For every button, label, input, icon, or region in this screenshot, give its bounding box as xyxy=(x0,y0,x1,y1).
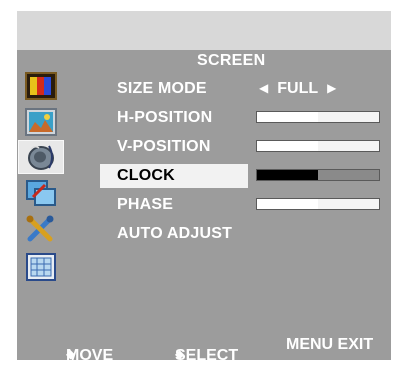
footer-move-label: MOVE xyxy=(66,347,114,364)
auto-adjust-row[interactable]: AUTO ADJUST xyxy=(100,222,390,246)
phase-slider[interactable] xyxy=(256,198,380,210)
slider-fill xyxy=(257,170,318,180)
footer-exit-hint: MENU EXIT xyxy=(286,336,374,353)
slider-fill xyxy=(257,112,318,122)
arrow-right-icon[interactable]: ▶ xyxy=(327,81,336,95)
size-mode-row[interactable]: SIZE MODE ◀ FULL ▶ xyxy=(100,77,390,101)
v-position-row[interactable]: V-POSITION xyxy=(100,135,390,159)
size-mode-selector[interactable]: ◀ FULL ▶ xyxy=(259,80,336,98)
osd-header-bar xyxy=(17,11,391,50)
size-mode-value: FULL xyxy=(277,80,319,97)
v-position-label: V-POSITION xyxy=(117,138,211,155)
grid-options-icon[interactable] xyxy=(18,250,64,284)
clock-label: CLOCK xyxy=(117,167,175,184)
phase-row[interactable]: PHASE xyxy=(100,193,390,217)
audio-speaker-icon[interactable] xyxy=(18,140,64,174)
h-position-slider[interactable] xyxy=(256,111,380,123)
screen-adjust-icon[interactable] xyxy=(18,176,64,210)
v-position-slider[interactable] xyxy=(256,140,380,152)
slider-fill xyxy=(257,199,318,209)
h-position-label: H-POSITION xyxy=(117,109,213,126)
clock-row[interactable]: CLOCK xyxy=(100,164,390,188)
phase-label: PHASE xyxy=(117,196,174,213)
tools-icon[interactable] xyxy=(18,212,64,246)
osd-menu: SCREEN SIZE MODE ◀ FULL ▶ H-POSITION V-POS… xyxy=(17,11,391,364)
slider-fill xyxy=(257,141,318,151)
size-mode-label: SIZE MODE xyxy=(117,80,207,97)
clock-slider[interactable] xyxy=(256,169,380,181)
h-position-row[interactable]: H-POSITION xyxy=(100,106,390,130)
osd-footer: ◆ MOVE ◆ SELECT MENU EXIT xyxy=(17,325,391,364)
auto-adjust-label: AUTO ADJUST xyxy=(117,225,233,242)
picture-color-icon[interactable] xyxy=(18,69,64,103)
footer-select-label: SELECT xyxy=(175,347,239,364)
screen-image-icon[interactable] xyxy=(18,105,64,139)
arrow-left-icon[interactable]: ◀ xyxy=(259,81,268,95)
menu-title: SCREEN xyxy=(197,52,266,69)
